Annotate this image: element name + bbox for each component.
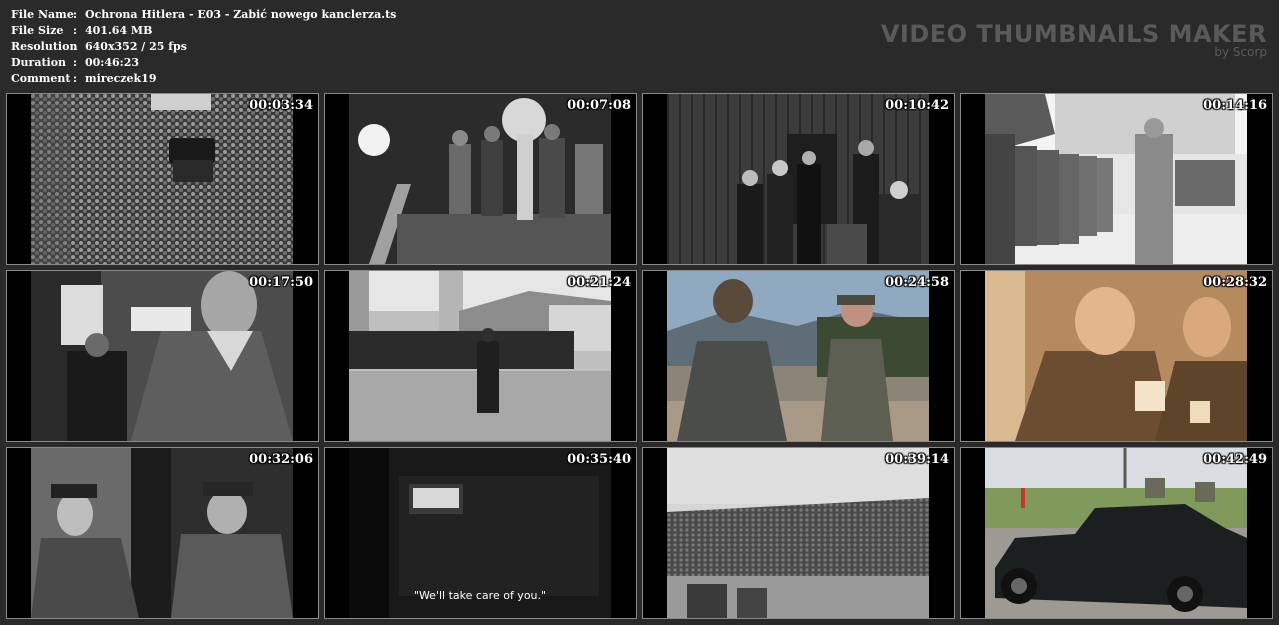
thumbnail-timestamp: 00:03:34	[249, 98, 313, 113]
procession-scene-image	[349, 94, 611, 264]
thumbnail-frame	[31, 94, 293, 264]
doorway-group-scene-image	[667, 94, 929, 264]
file-info-separator: :	[73, 24, 78, 37]
thumbnail-timestamp: 00:21:24	[567, 275, 631, 290]
thumbnail[interactable]: 00:17:50	[6, 270, 319, 442]
thumbnail-timestamp: 00:24:58	[885, 275, 949, 290]
brand-title: VIDEO THUMBNAILS MAKER	[880, 20, 1267, 48]
file-info-row: File Size : 401.64 MB	[11, 23, 396, 39]
file-info-value: 401.64 MB	[85, 24, 153, 37]
thumbnail[interactable]: 00:10:42	[642, 93, 955, 265]
thumbnail[interactable]: "We'll take care of you." 00:35:40	[324, 447, 637, 619]
thumbnail-frame	[31, 271, 293, 441]
file-info-panel: File Name : Ochrona Hitlera - E03 - Zabi…	[11, 7, 396, 87]
file-info-row: Comment : mireczek19	[11, 71, 396, 87]
car-scene-image	[985, 448, 1247, 618]
thumbnail-timestamp: 00:35:40	[567, 452, 631, 467]
two-officers-scene-image	[31, 448, 293, 618]
file-info-value: Ochrona Hitlera - E03 - Zabić nowego kan…	[85, 8, 397, 21]
thumbnail[interactable]: 00:24:58	[642, 270, 955, 442]
file-info-value: 640x352 / 25 fps	[85, 40, 187, 53]
file-info-label: File Name	[11, 8, 74, 21]
thumbnail-timestamp: 00:42:49	[1203, 452, 1267, 467]
thumbnail-timestamp: 00:17:50	[249, 275, 313, 290]
file-info-label: File Size	[11, 24, 64, 37]
thumbnail-timestamp: 00:32:06	[249, 452, 313, 467]
subtitle-caption: "We'll take care of you."	[413, 589, 547, 602]
file-info-label: Comment	[11, 72, 71, 85]
file-info-separator: :	[73, 56, 78, 69]
thumbnail[interactable]: 00:32:06	[6, 447, 319, 619]
thumbnail-frame	[667, 94, 929, 264]
thumbnail-timestamp: 00:28:32	[1203, 275, 1267, 290]
thumbnail-frame	[985, 271, 1247, 441]
thumbnail[interactable]: 00:42:49	[960, 447, 1273, 619]
thumbnail[interactable]: 00:07:08	[324, 93, 637, 265]
soldiers-line-scene-image	[985, 94, 1247, 264]
crowd-scene-image	[31, 94, 293, 264]
thumbnail-frame	[667, 448, 929, 618]
brand-watermark: VIDEO THUMBNAILS MAKER by Scorp	[881, 20, 1267, 58]
thumbnail-frame	[667, 271, 929, 441]
thumbnail-grid: 00:03:34 00:07:08 00:10:42 00:14:16 00:1…	[6, 93, 1273, 619]
file-info-row: File Name : Ochrona Hitlera - E03 - Zabi…	[11, 7, 396, 23]
thumbnail-frame	[985, 94, 1247, 264]
file-info-row: Resolution : 640x352 / 25 fps	[11, 39, 396, 55]
file-info-separator: :	[73, 72, 78, 85]
thumbnail[interactable]: 00:21:24	[324, 270, 637, 442]
thumbnail-frame	[985, 448, 1247, 618]
man-portrait-scene-image	[31, 271, 293, 441]
thumbnail-frame	[349, 94, 611, 264]
field-crowd-scene-image	[667, 448, 929, 618]
thumbnail[interactable]: 00:03:34	[6, 93, 319, 265]
thumbnail-frame: "We'll take care of you."	[349, 448, 611, 618]
parade-square-scene-image	[349, 271, 611, 441]
file-info-value: mireczek19	[85, 72, 157, 85]
toast-scene-image	[985, 271, 1247, 441]
thumbnail[interactable]: 00:39:14	[642, 447, 955, 619]
file-info-separator: :	[73, 8, 78, 21]
thumbnail-timestamp: 00:39:14	[885, 452, 949, 467]
thumbnail-frame	[31, 448, 293, 618]
file-info-label: Resolution	[11, 40, 78, 53]
thumbnail-timestamp: 00:07:08	[567, 98, 631, 113]
file-info-label: Duration	[11, 56, 67, 69]
thumbnail-timestamp: 00:10:42	[885, 98, 949, 113]
thumbnail-timestamp: 00:14:16	[1203, 98, 1267, 113]
file-info-separator: :	[73, 40, 78, 53]
file-info-value: 00:46:23	[85, 56, 140, 69]
terrace-scene-image	[667, 271, 929, 441]
thumbnail-frame	[349, 271, 611, 441]
thumbnail[interactable]: 00:28:32	[960, 270, 1273, 442]
file-info-row: Duration : 00:46:23	[11, 55, 396, 71]
thumbnail[interactable]: 00:14:16	[960, 93, 1273, 265]
